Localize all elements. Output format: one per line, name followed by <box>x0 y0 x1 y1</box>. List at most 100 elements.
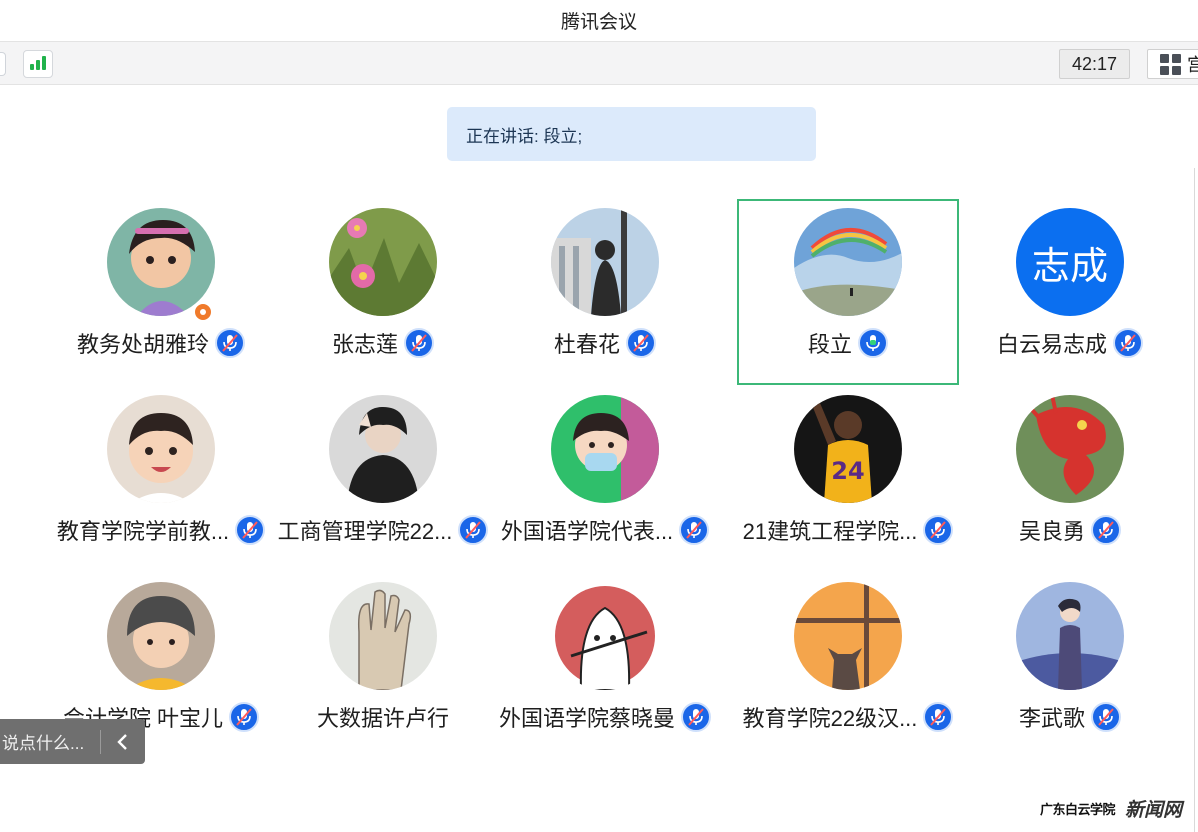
avatar-image <box>329 582 437 690</box>
participant-name-row: 教育学院学前教... <box>50 514 272 546</box>
layout-label: 宫 <box>1187 51 1198 77</box>
mic-muted-icon[interactable] <box>923 702 954 732</box>
mic-muted-icon[interactable] <box>458 515 489 545</box>
participant-tile[interactable]: 吴良勇 <box>959 387 1181 573</box>
participant-name: 工商管理学院22... <box>277 519 453 544</box>
participant-name: 外国语学院代表... <box>500 519 674 544</box>
host-icon <box>193 302 213 322</box>
avatar-image <box>107 208 215 316</box>
avatar-image <box>329 208 437 316</box>
participant-tile-active-speaker[interactable]: 段立 <box>737 199 959 385</box>
avatar <box>551 395 659 503</box>
participant-name-row: 教育学院22级汉... <box>737 701 959 733</box>
participant-name: 杜春花 <box>553 332 620 357</box>
avatar-image <box>329 395 437 503</box>
signal-bar <box>36 60 40 70</box>
participant-tile[interactable]: 李武歌 <box>959 574 1181 760</box>
participant-name: 段立 <box>807 332 852 357</box>
watermark: 广东白云学院 新闻网 <box>1040 795 1182 822</box>
mic-muted-icon[interactable] <box>404 328 434 358</box>
participant-name-row: 工商管理学院22... <box>272 514 494 546</box>
participant-tile[interactable]: 张志莲 <box>272 200 494 386</box>
speaking-indicator: 正在讲话: 段立; <box>447 107 816 161</box>
mic-muted-icon[interactable] <box>1091 515 1121 545</box>
participant-tile[interactable]: 24 21建筑工程学院... <box>737 387 959 573</box>
participant-name-row: 吴良勇 <box>959 514 1181 546</box>
avatar <box>107 395 215 503</box>
svg-text:24: 24 <box>831 457 864 485</box>
grid-layout-icon <box>1160 53 1181 75</box>
watermark-news: 新闻网 <box>1125 799 1183 821</box>
avatar <box>794 582 902 690</box>
participant-name-row: 外国语学院代表... <box>494 514 716 546</box>
participant-name: 吴良勇 <box>1018 519 1085 544</box>
avatar <box>107 582 215 690</box>
avatar <box>329 582 437 690</box>
participant-tile[interactable]: 志成 白云易志成 <box>959 200 1181 386</box>
participant-name-row: 教务处胡雅玲 <box>50 327 272 359</box>
participant-name: 张志莲 <box>331 332 398 357</box>
signal-strength-icon[interactable] <box>23 50 53 78</box>
avatar <box>551 208 659 316</box>
participant-tile[interactable]: 教务处胡雅玲 <box>50 200 272 386</box>
avatar-initials: 志成 <box>1016 208 1124 316</box>
signal-bar <box>42 56 46 70</box>
avatar <box>1016 395 1124 503</box>
participant-name: 教育学院22级汉... <box>742 706 918 731</box>
avatar <box>551 582 659 690</box>
mic-muted-icon[interactable] <box>1113 328 1143 358</box>
avatar-image <box>107 582 215 690</box>
mic-muted-icon[interactable] <box>229 702 260 732</box>
mic-speaking-icon[interactable] <box>858 328 888 358</box>
chevron-left-icon[interactable] <box>101 719 145 764</box>
mic-muted-icon[interactable] <box>626 328 656 358</box>
participant-tile[interactable]: 工商管理学院22... <box>272 387 494 573</box>
avatar <box>1016 582 1124 690</box>
avatar: 24 <box>794 395 902 503</box>
avatar-image <box>1016 395 1124 503</box>
meeting-toolbar: 42:17 宫 <box>0 41 1198 85</box>
watermark-school: 广东白云学院 <box>1040 802 1116 817</box>
participant-name: 白云易志成 <box>996 332 1107 357</box>
avatar-image <box>551 208 659 316</box>
participant-name-row: 李武歌 <box>959 701 1181 733</box>
participant-tile[interactable]: 教育学院学前教... <box>50 387 272 573</box>
toolbar-edge-button[interactable] <box>0 52 6 76</box>
participant-name: 21建筑工程学院... <box>742 519 918 544</box>
participant-tile[interactable]: 外国语学院代表... <box>494 387 716 573</box>
mic-muted-icon[interactable] <box>679 515 710 545</box>
participant-name: 教育学院学前教... <box>56 519 230 544</box>
scrollbar-track[interactable] <box>1194 168 1195 832</box>
participant-tile[interactable]: 杜春花 <box>494 200 716 386</box>
mic-muted-icon[interactable] <box>235 515 266 545</box>
mic-muted-icon[interactable] <box>215 328 245 358</box>
avatar-image <box>551 395 659 503</box>
participant-tile[interactable]: 教育学院22级汉... <box>737 574 959 760</box>
avatar-image: 24 <box>794 395 902 503</box>
avatar-image <box>551 582 659 690</box>
avatar <box>794 208 902 316</box>
avatar <box>107 208 215 316</box>
layout-view-button[interactable]: 宫 <box>1147 49 1198 79</box>
participant-name-row: 段立 <box>739 327 957 359</box>
participant-name: 李武歌 <box>1018 706 1085 731</box>
avatar <box>329 395 437 503</box>
avatar <box>329 208 437 316</box>
chat-input[interactable]: 说点什么... <box>0 719 145 764</box>
participant-name: 大数据许卢行 <box>316 706 449 731</box>
participant-name: 外国语学院蔡晓曼 <box>499 706 675 731</box>
chat-placeholder[interactable]: 说点什么... <box>0 729 100 754</box>
participant-name-row: 杜春花 <box>494 327 716 359</box>
participant-name-row: 外国语学院蔡晓曼 <box>494 701 716 733</box>
participant-name-row: 张志莲 <box>272 327 494 359</box>
participant-tile[interactable]: 大数据许卢行 <box>272 574 494 760</box>
avatar-image <box>794 582 902 690</box>
window-title: 腾讯会议 <box>0 0 1198 40</box>
participant-tile[interactable]: 外国语学院蔡晓曼 <box>494 574 716 760</box>
mic-muted-icon[interactable] <box>923 515 954 545</box>
mic-muted-icon[interactable] <box>1091 702 1121 732</box>
meeting-timer: 42:17 <box>1059 49 1130 79</box>
participant-name-row: 大数据许卢行 <box>272 701 494 733</box>
mic-muted-icon[interactable] <box>681 702 711 732</box>
participant-name-row: 白云易志成 <box>959 327 1181 359</box>
